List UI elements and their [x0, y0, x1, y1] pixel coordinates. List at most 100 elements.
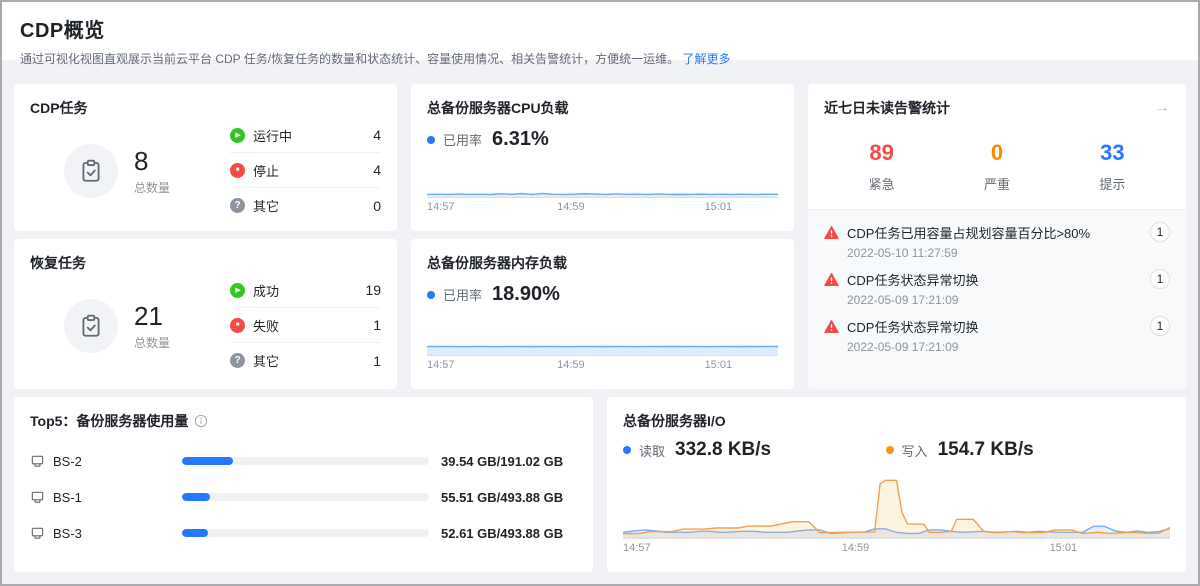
info-icon[interactable] [194, 414, 208, 428]
io-legend-row: 读取 332.8 KB/s 写入 154.7 KB/s [623, 439, 1170, 461]
x-tick: 14:57 [427, 201, 455, 213]
warning-triangle-icon [824, 272, 839, 287]
failed-status-icon: ■ [230, 318, 245, 333]
memory-legend-label: 已用率 [443, 285, 482, 304]
cpu-chart-x-axis: 14:57 14:59 15:01 [427, 201, 778, 217]
clipboard-check-icon [64, 299, 118, 353]
read-value: 332.8 KB/s [675, 439, 771, 461]
io-card: 总备份服务器I/O 读取 332.8 KB/s 写入 154.7 KB/s [607, 397, 1186, 572]
cdp-tasks-total-label: 总数量 [134, 179, 170, 196]
x-tick: 14:59 [557, 359, 585, 371]
status-row-stopped: ■ 停止 4 [230, 153, 381, 188]
server-icon [30, 490, 45, 505]
x-tick: 14:57 [427, 359, 455, 371]
alert-item[interactable]: CDP任务状态异常切换 1 2022-05-09 17:21:09 [824, 316, 1170, 354]
server-usage-row: BS-1 55.51 GB/493.88 GB [30, 479, 577, 515]
status-row-failed: ■ 失败 1 [230, 308, 381, 343]
clipboard-check-icon [64, 144, 118, 198]
learn-more-link[interactable]: 了解更多 [682, 52, 730, 66]
stat-critical: 89 紧急 [824, 140, 939, 193]
io-chart [623, 477, 1170, 539]
server-usage-row: BS-3 52.61 GB/493.88 GB [30, 515, 577, 551]
write-legend-dot-icon [886, 446, 894, 454]
usage-text: 52.61 GB/493.88 GB [429, 526, 577, 541]
x-tick: 15:01 [1050, 542, 1078, 554]
stat-info-label: 提示 [1055, 174, 1170, 193]
alert-title: CDP任务已用容量占规划容量百分比>80% [847, 223, 1142, 242]
page-header: CDP概览 通过可视化视图直观展示当前云平台 CDP 任务/恢复任务的数量和状态… [2, 2, 1198, 60]
x-tick: 15:01 [705, 201, 733, 213]
stat-major-value: 0 [939, 140, 1054, 166]
memory-usage-value: 18.90% [492, 283, 560, 306]
stopped-status-icon: ■ [230, 163, 245, 178]
recovery-tasks-total: 21 [134, 301, 170, 332]
status-value: 0 [373, 198, 381, 214]
alert-count-badge: 1 [1150, 316, 1170, 336]
memory-load-card: 总备份服务器内存负载 已用率 18.90% 14:57 14:59 15:01 [411, 239, 794, 389]
usage-text: 39.54 GB/191.02 GB [429, 454, 577, 469]
question-status-icon: ? [230, 353, 245, 368]
x-tick: 14:57 [623, 542, 651, 554]
alert-title: CDP任务状态异常切换 [847, 317, 1142, 336]
cpu-legend-dot-icon [427, 136, 435, 144]
cpu-load-title: 总备份服务器CPU负载 [427, 98, 778, 118]
write-value: 154.7 KB/s [938, 439, 1034, 461]
cdp-tasks-title: CDP任务 [30, 98, 381, 118]
cdp-tasks-total: 8 [134, 146, 170, 177]
stat-info: 33 提示 [1055, 140, 1170, 193]
server-icon [30, 526, 45, 541]
x-tick: 14:59 [557, 201, 585, 213]
status-value: 19 [365, 282, 381, 298]
cpu-legend-label: 已用率 [443, 130, 482, 149]
usage-progress-bar [182, 529, 429, 537]
usage-text: 55.51 GB/493.88 GB [429, 490, 577, 505]
write-legend-label: 写入 [902, 441, 928, 460]
alert-item[interactable]: CDP任务状态异常切换 1 2022-05-09 17:21:09 [824, 269, 1170, 307]
stat-critical-label: 紧急 [824, 174, 939, 193]
io-write-legend: 写入 154.7 KB/s [886, 439, 1034, 461]
alert-count-badge: 1 [1150, 222, 1170, 242]
status-row-other: ? 其它 0 [230, 188, 381, 223]
usage-progress-bar [182, 457, 429, 465]
success-status-icon: ▶ [230, 283, 245, 298]
arrow-right-icon[interactable]: → [1154, 100, 1170, 116]
page-subtitle-text: 通过可视化视图直观展示当前云平台 CDP 任务/恢复任务的数量和状态统计、容量使… [20, 52, 679, 66]
server-name: BS-2 [53, 454, 82, 469]
server-name: BS-1 [53, 490, 82, 505]
alerts-title: 近七日未读告警统计 [824, 98, 1154, 118]
alert-count-badge: 1 [1150, 269, 1170, 289]
cpu-load-card: 总备份服务器CPU负载 已用率 6.31% 14:57 14:59 15:01 [411, 84, 794, 231]
page-title: CDP概览 [20, 14, 1180, 43]
io-read-legend: 读取 332.8 KB/s [623, 439, 886, 461]
x-tick: 15:01 [705, 359, 733, 371]
stat-major-label: 严重 [939, 174, 1054, 193]
status-value: 4 [373, 127, 381, 143]
recovery-tasks-title: 恢复任务 [30, 253, 381, 273]
stat-major: 0 严重 [939, 140, 1054, 193]
recovery-tasks-card: 恢复任务 21 总数量 [14, 239, 397, 389]
status-label: 运行中 [253, 126, 373, 145]
server-usage-row: BS-2 39.54 GB/191.02 GB [30, 443, 577, 479]
io-chart-x-axis: 14:57 14:59 15:01 [623, 542, 1170, 558]
status-value: 1 [373, 353, 381, 369]
server-name: BS-3 [53, 526, 82, 541]
top5-rows: BS-2 39.54 GB/191.02 GB [30, 443, 577, 551]
status-label: 其它 [253, 196, 373, 215]
memory-load-title: 总备份服务器内存负载 [427, 253, 778, 273]
usage-progress-fill [182, 493, 210, 501]
status-row-other: ? 其它 1 [230, 343, 381, 378]
dashboard-body: CDP任务 8 总数量 [2, 60, 1198, 584]
status-label: 成功 [253, 281, 365, 300]
status-label: 失败 [253, 316, 373, 335]
alert-item[interactable]: CDP任务已用容量占规划容量百分比>80% 1 2022-05-10 11:27… [824, 222, 1170, 260]
running-status-icon: ▶ [230, 128, 245, 143]
cdp-tasks-card: CDP任务 8 总数量 [14, 84, 397, 231]
alert-timestamp: 2022-05-09 17:21:09 [847, 340, 1170, 354]
status-value: 1 [373, 317, 381, 333]
alert-timestamp: 2022-05-09 17:21:09 [847, 293, 1170, 307]
status-row-running: ▶ 运行中 4 [230, 118, 381, 153]
recovery-tasks-total-label: 总数量 [134, 334, 170, 351]
cdp-status-list: ▶ 运行中 4 ■ 停止 4 ? 其它 0 [230, 118, 381, 223]
alert-stats: 89 紧急 0 严重 33 提示 [824, 140, 1170, 193]
usage-progress-bar [182, 493, 429, 501]
